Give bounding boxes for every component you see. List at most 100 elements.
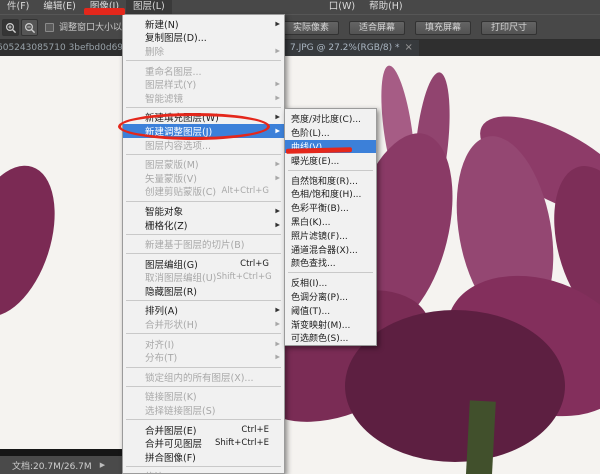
view-button[interactable]: 填充屏幕: [415, 21, 471, 35]
menu-separator: [126, 60, 281, 61]
menu-item[interactable]: 图层编组(G) Ctrl+G: [123, 257, 284, 271]
menubar-item[interactable]: 件(F): [0, 0, 36, 14]
menu-item-label: 图层样式(Y): [145, 77, 196, 91]
close-icon[interactable]: ×: [405, 40, 413, 56]
magnifier-minus-icon: [24, 22, 36, 34]
submenu-arrow-icon: ▶: [275, 94, 280, 101]
menu-item[interactable]: 色彩平衡(B)...: [285, 201, 376, 215]
view-button[interactable]: 打印尺寸: [481, 21, 537, 35]
menu-item[interactable]: 颜色查找...: [285, 256, 376, 270]
menu-item-shortcut: Shift+Ctrl+E: [215, 438, 279, 448]
menu-item: 取消图层编组(U) Shift+Ctrl+G: [123, 271, 284, 285]
menu-item: 链接图层(K): [123, 390, 284, 404]
menu-item: 选择链接图层(S): [123, 403, 284, 417]
menu-separator: [126, 107, 281, 108]
menu-item-label: 色阶(L)...: [291, 126, 330, 139]
view-button[interactable]: 适合屏幕: [349, 21, 405, 35]
submenu-arrow-icon: ▶: [275, 114, 280, 121]
status-popup-arrow-icon[interactable]: ▶: [100, 461, 105, 469]
menu-item[interactable]: 新建填充图层(W) ▶: [123, 111, 284, 125]
submenu-arrow-icon: ▶: [275, 47, 280, 54]
menu-item[interactable]: 曝光度(E)...: [285, 153, 376, 167]
menu-item[interactable]: 阈值(T)...: [285, 303, 376, 317]
menu-item-label: 曲线(V)...: [291, 140, 331, 153]
menubar-item[interactable]: 编辑(E): [36, 0, 82, 14]
submenu-arrow-icon: ▶: [275, 354, 280, 361]
menu-item[interactable]: 亮度/对比度(C)...: [285, 112, 376, 126]
menubar-item-label: 编辑(E): [43, 1, 75, 12]
menu-item[interactable]: 栅格化(Z) ▶: [123, 218, 284, 232]
menu-item[interactable]: 可选颜色(S)...: [285, 331, 376, 345]
document-size-info: 文档:20.7M/26.7M: [12, 459, 92, 472]
menu-item: 分布(T) ▶: [123, 350, 284, 364]
menu-item-label: 颜色查找...: [291, 256, 336, 269]
menu-item-label: 图层内容选项...: [145, 138, 211, 152]
menu-item[interactable]: 新建(N) ▶: [123, 17, 284, 31]
menu-item[interactable]: 新建调整图层(J) ▶: [123, 124, 284, 138]
menu-item-label: 重命名图层...: [145, 64, 202, 78]
menu-item: 图层蒙版(M) ▶: [123, 157, 284, 171]
menubar-item[interactable]: 口(W): [322, 0, 362, 14]
menu-item-label: 黑白(K)...: [291, 215, 331, 228]
menu-item-label: 删除: [145, 44, 164, 58]
submenu-arrow-icon: ▶: [275, 221, 280, 228]
zoom-out-button[interactable]: [21, 19, 38, 36]
menu-item[interactable]: 智能对象 ▶: [123, 204, 284, 218]
menu-item-label: 图层蒙版(M): [145, 157, 199, 171]
zoom-in-button[interactable]: [2, 19, 19, 36]
menu-item-shortcut: Ctrl+E: [241, 425, 279, 435]
menu-item[interactable]: 黑白(K)...: [285, 215, 376, 229]
menu-item: 矢量蒙版(V) ▶: [123, 171, 284, 185]
menu-separator: [126, 300, 281, 301]
menu-item-label: 新建调整图层(J): [145, 124, 212, 138]
menu-separator: [126, 333, 281, 334]
menubar-item[interactable]: 图层(L): [126, 0, 172, 14]
menubar-item-label: 件(F): [7, 1, 29, 12]
menu-item[interactable]: 反相(I)...: [285, 276, 376, 290]
view-button-label: 打印尺寸: [491, 23, 527, 33]
menubar-item-label: 图层(L): [133, 1, 165, 12]
menu-item-label: 栅格化(Z): [145, 218, 187, 232]
menu-item: 新建基于图层的切片(B): [123, 237, 284, 251]
document-tab-active[interactable]: 7.JPG @ 27.2%(RGB/8) * ×: [284, 40, 419, 56]
menu-item-label: 新建填充图层(W): [145, 110, 219, 124]
menu-item[interactable]: 通道混合器(X)...: [285, 242, 376, 256]
menu-item[interactable]: 色调分离(P)...: [285, 290, 376, 304]
menu-separator: [126, 253, 281, 254]
photoshop-window: 件(F)编辑(E)图像(I)图层(L)口(W)帮助(H) 调整窗口: [0, 0, 600, 474]
menu-item-shortcut: Shift+Ctrl+G: [216, 272, 281, 282]
menu-item[interactable]: 曲线(V)...: [285, 140, 376, 154]
menu-item[interactable]: 照片滤镜(F)...: [285, 228, 376, 242]
document-tab-title: 7.JPG @ 27.2%(RGB/8) *: [290, 40, 400, 56]
menu-item-label: 照片滤镜(F)...: [291, 229, 348, 242]
menu-item[interactable]: 合并可见图层 Shift+Ctrl+E: [123, 436, 284, 450]
menu-item[interactable]: 排列(A) ▶: [123, 304, 284, 318]
menu-item[interactable]: 自然饱和度(R)...: [285, 173, 376, 187]
menu-item[interactable]: 色阶(L)...: [285, 126, 376, 140]
submenu-arrow-icon: ▶: [275, 174, 280, 181]
menu-item-label: 图层编组(G): [145, 257, 198, 271]
menu-item-label: 锁定组内的所有图层(X)...: [145, 370, 253, 384]
menu-item[interactable]: 色相/饱和度(H)...: [285, 187, 376, 201]
menu-item[interactable]: 渐变映射(M)...: [285, 317, 376, 331]
menu-item: 删除 ▶: [123, 44, 284, 58]
menu-item-label: 反相(I)...: [291, 276, 327, 289]
submenu-arrow-icon: ▶: [275, 20, 280, 27]
menu-item: 锁定组内的所有图层(X)...: [123, 370, 284, 384]
resize-window-checkbox[interactable]: [45, 23, 54, 32]
menu-separator: [126, 386, 281, 387]
menubar-item[interactable]: 帮助(H): [362, 0, 410, 14]
menu-item[interactable]: 合并图层(E) Ctrl+E: [123, 423, 284, 437]
menu-item-label: 自然饱和度(R)...: [291, 174, 358, 187]
layer-menu: 新建(N) ▶ 复制图层(D)... 删除 ▶ 重命名图层... 图层样式(Y)…: [122, 14, 285, 474]
menu-item-label: 合并形状(H): [145, 317, 198, 331]
menu-item[interactable]: 拼合图像(F): [123, 450, 284, 464]
view-button[interactable]: 实际像素: [283, 21, 339, 35]
menu-item: 对齐(I) ▶: [123, 337, 284, 351]
menu-item[interactable]: 复制图层(D)...: [123, 31, 284, 45]
menubar-item[interactable]: 图像(I): [83, 0, 126, 14]
menu-item-label: 修边: [145, 469, 164, 474]
menu-item[interactable]: 隐藏图层(R): [123, 284, 284, 298]
menu-item-label: 亮度/对比度(C)...: [291, 112, 361, 125]
menu-separator: [126, 201, 281, 202]
